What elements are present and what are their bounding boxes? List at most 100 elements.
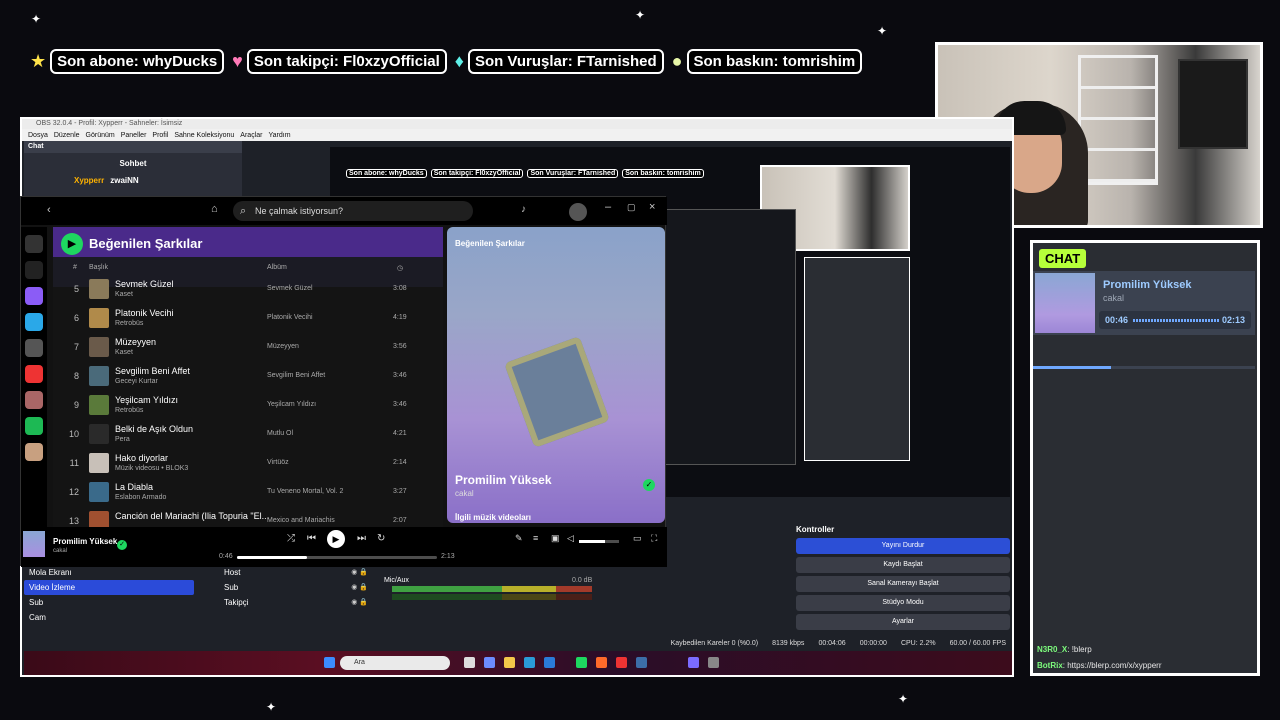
playlist-icon[interactable]: [25, 365, 43, 383]
track-album[interactable]: Tu Veneno Mortal, Vol. 2: [267, 488, 343, 495]
bell-icon[interactable]: ♪: [521, 204, 526, 215]
track-title[interactable]: Müzeyyen: [115, 337, 156, 347]
queue-icon[interactable]: ≡: [533, 533, 538, 543]
track-album[interactable]: Mexico and Mariachis: [267, 517, 335, 524]
studio-mode-button[interactable]: Stüdyo Modu: [796, 595, 1010, 611]
previous-icon[interactable]: ⏮: [307, 533, 316, 544]
taskview-icon[interactable]: [464, 657, 475, 668]
close-icon[interactable]: ×: [649, 201, 655, 213]
track-title[interactable]: Platonik Vecihi: [115, 308, 174, 318]
track-title[interactable]: Canción del Mariachi (Ilia Topuria "El..…: [115, 511, 269, 521]
app-icon[interactable]: [544, 657, 555, 668]
track-album[interactable]: Yeşilcam Yıldızı: [267, 401, 316, 408]
source-item[interactable]: Takipçi: [204, 595, 374, 610]
volume-icon[interactable]: ◁: [567, 533, 574, 544]
now-playing-artist[interactable]: cakal: [455, 489, 474, 498]
settings-button[interactable]: Ayarlar: [796, 614, 1010, 630]
avatar[interactable]: [569, 203, 587, 221]
menu-item[interactable]: Paneller: [121, 132, 147, 139]
saved-check-icon[interactable]: ✓: [643, 479, 655, 491]
steam-icon[interactable]: [636, 657, 647, 668]
track-row[interactable]: 6 Platonik Vecihi Retrobüs Platonik Vecihi 4…: [53, 304, 443, 333]
menu-item[interactable]: Sahne Koleksiyonu: [174, 132, 234, 139]
menu-item[interactable]: Dosya: [28, 132, 48, 139]
track-artist[interactable]: Pera: [115, 436, 130, 443]
source-item[interactable]: Host: [204, 565, 374, 580]
track-row[interactable]: 9 Yeşilcam Yıldızı Retrobüs Yeşilcam Yıldız…: [53, 391, 443, 420]
play-pause-button[interactable]: ▶: [327, 530, 345, 548]
track-artist[interactable]: Retrobüs: [115, 320, 143, 327]
next-icon[interactable]: ⏭: [357, 533, 366, 544]
track-album[interactable]: Sevmek Güzel: [267, 285, 313, 292]
track-title[interactable]: Hako diyorlar: [115, 453, 168, 463]
playlist-icon[interactable]: [25, 313, 43, 331]
obs-icon[interactable]: [708, 657, 719, 668]
source-item[interactable]: Sub: [204, 580, 374, 595]
back-icon[interactable]: ‹: [47, 204, 51, 216]
track-artist[interactable]: Retrobüs: [115, 407, 143, 414]
stop-stream-button[interactable]: Yayını Durdur: [796, 538, 1010, 554]
track-row[interactable]: 8 Sevgilim Beni Affet Geceyi Kurtar Sevgili…: [53, 362, 443, 391]
track-row[interactable]: 12 La Diabla Eslabon Armado Tu Veneno Morta…: [53, 478, 443, 507]
taskbar-search[interactable]: Ara: [340, 656, 450, 670]
liked-songs-icon[interactable]: [25, 287, 43, 305]
track-album[interactable]: Platonik Vecihi: [267, 314, 313, 321]
scene-item[interactable]: Mola Ekranı: [24, 565, 194, 580]
menu-item[interactable]: Düzenle: [54, 132, 80, 139]
player-track-artist[interactable]: cakal: [53, 548, 67, 554]
saved-check-icon[interactable]: ✓: [117, 540, 127, 550]
menu-item[interactable]: Görünüm: [86, 132, 115, 139]
app-icon[interactable]: [596, 657, 607, 668]
opera-icon[interactable]: [616, 657, 627, 668]
menu-item[interactable]: Araçlar: [240, 132, 262, 139]
track-album[interactable]: Virtüöz: [267, 459, 289, 466]
playlist-icon[interactable]: [25, 339, 43, 357]
start-virtual-camera-button[interactable]: Sanal Kamerayı Başlat: [796, 576, 1010, 592]
seek-bar[interactable]: [237, 556, 437, 559]
track-artist[interactable]: Eslabon Armado: [115, 494, 166, 501]
track-title[interactable]: La Diabla: [115, 482, 153, 492]
track-album[interactable]: Sevgilim Beni Affet: [267, 372, 325, 379]
track-title[interactable]: Yeşilcam Yıldızı: [115, 395, 178, 405]
shuffle-icon[interactable]: ⤮: [287, 533, 295, 544]
player-track-title[interactable]: Promilim Yüksek: [53, 537, 117, 546]
spotify-search-input[interactable]: Ne çalmak istiyorsun?: [233, 201, 473, 221]
track-artist[interactable]: Kaset: [115, 349, 133, 356]
app-icon[interactable]: [484, 657, 495, 668]
playlist-icon[interactable]: [25, 391, 43, 409]
fullscreen-icon[interactable]: ⛶: [651, 533, 657, 544]
track-album[interactable]: Müzeyyen: [267, 343, 299, 350]
spotify-icon[interactable]: [576, 657, 587, 668]
folder-icon[interactable]: [504, 657, 515, 668]
track-row[interactable]: 5 Sevmek Güzel Kaset Sevmek Güzel 3:08: [53, 275, 443, 304]
track-title[interactable]: Belki de Aşık Oldun: [115, 424, 193, 434]
menu-item[interactable]: Profil: [152, 132, 168, 139]
track-row[interactable]: 10 Belki de Aşık Oldun Pera Mutlu Ol 4:21: [53, 420, 443, 449]
play-button[interactable]: ▶: [61, 233, 83, 255]
library-icon[interactable]: [25, 235, 43, 253]
devices-icon[interactable]: ▣: [551, 533, 560, 544]
maximize-icon[interactable]: ▢: [627, 202, 636, 213]
track-artist[interactable]: Müzik videosu • BLOK3: [115, 465, 188, 472]
scene-item-selected[interactable]: Video İzleme: [24, 580, 194, 595]
track-album[interactable]: Mutlu Ol: [267, 430, 293, 437]
track-title[interactable]: Sevgilim Beni Affet: [115, 366, 190, 376]
scene-item[interactable]: Cam: [24, 610, 194, 625]
track-artist[interactable]: Kaset: [115, 291, 133, 298]
discord-icon[interactable]: [688, 657, 699, 668]
repeat-icon[interactable]: ↻: [377, 533, 385, 544]
start-recording-button[interactable]: Kaydı Başlat: [796, 557, 1010, 573]
track-artist[interactable]: Geceyi Kurtar: [115, 378, 158, 385]
add-icon[interactable]: [25, 261, 43, 279]
menu-item[interactable]: Yardım: [268, 132, 290, 139]
volume-slider[interactable]: [579, 540, 619, 543]
playlist-icon[interactable]: [25, 417, 43, 435]
home-icon[interactable]: ⌂: [211, 203, 218, 215]
minimize-icon[interactable]: –: [605, 201, 611, 213]
miniplayer-icon[interactable]: ▭: [633, 533, 642, 544]
track-row[interactable]: 11 Hako diyorlar Müzik videosu • BLOK3 Virt…: [53, 449, 443, 478]
edge-icon[interactable]: [524, 657, 535, 668]
mic-icon[interactable]: ✎: [515, 533, 523, 544]
playlist-icon[interactable]: [25, 443, 43, 461]
track-title[interactable]: Sevmek Güzel: [115, 279, 174, 289]
